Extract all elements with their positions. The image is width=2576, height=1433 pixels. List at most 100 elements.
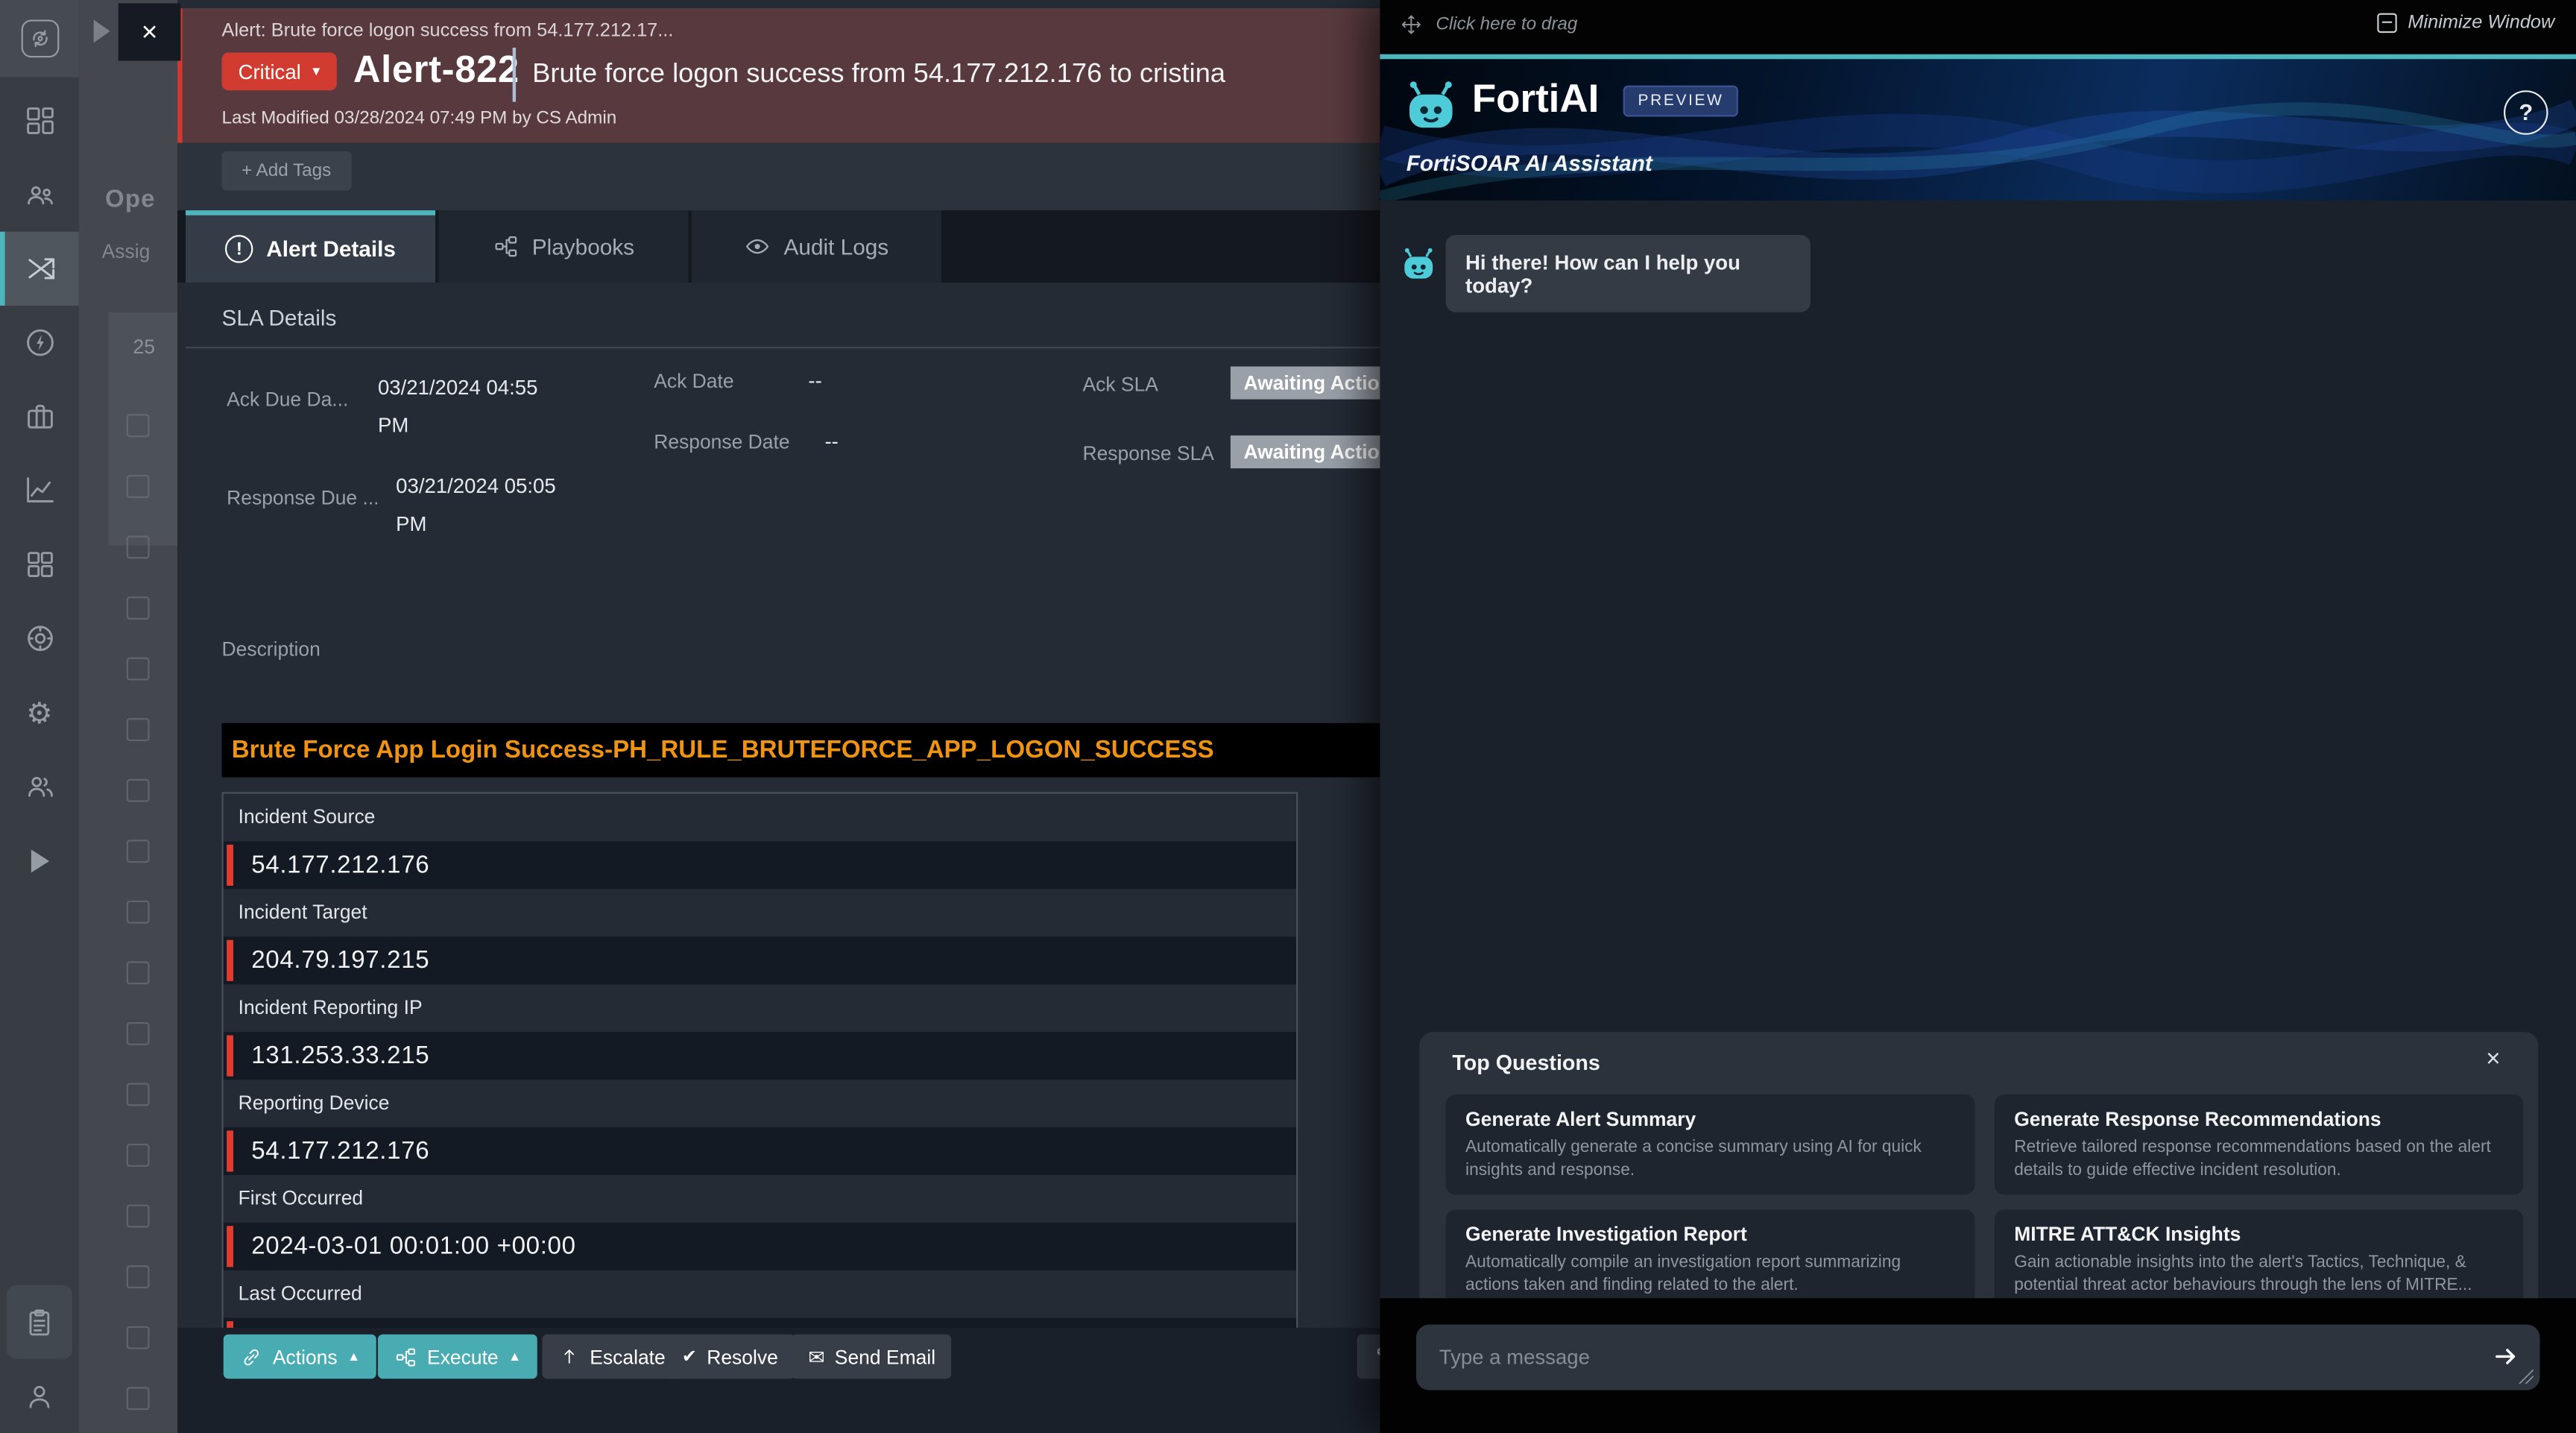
- background-page-strip: Ope Assig 25: [79, 0, 177, 1433]
- composer-box: [1416, 1324, 2540, 1390]
- actions-button[interactable]: Actions ▲: [224, 1335, 377, 1379]
- briefcase-icon: [22, 400, 57, 434]
- row-label: Reporting Device: [224, 1080, 1296, 1127]
- minimize-window-button[interactable]: Minimize Window: [2376, 13, 2554, 33]
- last-modified: Last Modified 03/28/2024 07:49 PM by CS …: [222, 108, 617, 127]
- sidebar-item-dashboard[interactable]: [0, 84, 79, 157]
- card-generate-response-recommendations[interactable]: Generate Response Recommendations Retrie…: [1995, 1095, 2524, 1194]
- drag-handle[interactable]: Click here to drag: [1400, 13, 1578, 37]
- row-value[interactable]: 54.177.212.176: [224, 1127, 1296, 1175]
- question-cards: Generate Alert Summary Automatically gen…: [1446, 1095, 2524, 1310]
- tags-row: + Add Tags: [177, 143, 1382, 210]
- sidebar-item-automation[interactable]: [0, 306, 79, 379]
- button-label: Escalate: [590, 1345, 665, 1368]
- eye-icon: [745, 233, 771, 259]
- sidebar-item-users[interactable]: [0, 749, 79, 823]
- sidebar-item-logo[interactable]: [0, 0, 79, 78]
- team-icon: [22, 177, 57, 212]
- link-icon: [240, 1345, 263, 1368]
- card-generate-investigation-report[interactable]: Generate Investigation Report Automatica…: [1446, 1209, 1975, 1309]
- severity-bar: [227, 940, 233, 981]
- sidebar-item-user[interactable]: [0, 1359, 79, 1433]
- severity-bar: [227, 1130, 233, 1171]
- collapse-arrow-icon[interactable]: [94, 19, 110, 42]
- row-label: Incident Source: [224, 794, 1296, 842]
- fortiai-subtitle: FortiSOAR AI Assistant: [1407, 151, 1652, 175]
- response-sla-badge: Awaiting Action: [1231, 435, 1382, 468]
- edit-button[interactable]: ✎: [1357, 1335, 1382, 1379]
- resize-handle[interactable]: [2519, 1369, 2534, 1384]
- fortiai-header: FortiAI PREVIEW FortiSOAR AI Assistant ?: [1380, 58, 2576, 200]
- ack-sla-badge: Awaiting Action: [1231, 367, 1382, 400]
- section-divider: [186, 347, 1382, 348]
- shuffle-icon: [25, 251, 59, 286]
- playbook-icon: [394, 1345, 417, 1368]
- add-tags-button[interactable]: + Add Tags: [222, 151, 351, 191]
- escalate-button[interactable]: Escalate: [542, 1335, 681, 1379]
- sidebar-item-team[interactable]: [0, 158, 79, 232]
- button-label: Resolve: [707, 1345, 778, 1368]
- card-generate-alert-summary[interactable]: Generate Alert Summary Automatically gen…: [1446, 1095, 1975, 1194]
- send-button[interactable]: [2493, 1343, 2520, 1370]
- tab-alert-details[interactable]: ! Alert Details: [186, 210, 435, 283]
- playbooks-icon: [493, 233, 519, 259]
- sidebar-item-target[interactable]: [0, 602, 79, 675]
- row-value[interactable]: 54.177.212.176: [224, 841, 1296, 889]
- target-icon: [22, 621, 57, 655]
- tab-audit-logs[interactable]: Audit Logs: [692, 210, 941, 283]
- execute-button[interactable]: Execute ▲: [378, 1335, 537, 1379]
- severity-dropdown[interactable]: Critical ▾: [222, 53, 337, 91]
- chevron-down-icon: ▾: [312, 63, 320, 81]
- row-value[interactable]: 2024-03-01 00:01:00 +00:00: [224, 1223, 1296, 1270]
- button-label: Send Email: [835, 1345, 935, 1368]
- message-input[interactable]: [1416, 1324, 2490, 1390]
- button-label: Actions: [273, 1345, 338, 1368]
- top-questions-title: Top Questions: [1452, 1050, 1600, 1074]
- alert-title: Brute force logon success from 54.177.21…: [532, 59, 1225, 90]
- response-due-label: Response Due ...: [227, 486, 379, 509]
- close-modal-button[interactable]: ×: [119, 3, 181, 60]
- resolve-button[interactable]: ✔ Resolve: [666, 1335, 795, 1379]
- left-sidebar: ⚙: [0, 0, 79, 1433]
- send-email-button[interactable]: ✉ Send Email: [792, 1335, 952, 1379]
- card-title: MITRE ATT&CK Insights: [2014, 1223, 2504, 1246]
- row-value[interactable]: 204.79.197.215: [224, 936, 1296, 984]
- top-questions-panel: Top Questions × Generate Alert Summary A…: [1419, 1032, 2538, 1314]
- gear-icon: ⚙: [26, 698, 53, 728]
- caret-up-icon: ▲: [508, 1349, 521, 1364]
- help-button[interactable]: ?: [2504, 89, 2548, 134]
- users-icon: [22, 769, 57, 804]
- escalate-arrow-icon: [558, 1346, 580, 1367]
- sidebar-item-clipboard[interactable]: [7, 1285, 72, 1359]
- background-row-checkboxes[interactable]: [127, 414, 150, 1410]
- alert-details-icon: !: [225, 235, 253, 262]
- sidebar-item-widgets[interactable]: [0, 528, 79, 602]
- row-label: Incident Target: [224, 889, 1296, 936]
- card-title: Generate Alert Summary: [1465, 1108, 1955, 1131]
- play-icon: [31, 848, 48, 872]
- ack-due-label: Ack Due Da...: [227, 388, 348, 411]
- severity-bar: [227, 1036, 233, 1077]
- sidebar-item-chart[interactable]: [0, 453, 79, 527]
- minimize-icon: [2376, 13, 2396, 33]
- alert-id: Alert-822: [353, 48, 520, 92]
- preview-badge: PREVIEW: [1623, 85, 1739, 116]
- sidebar-item-briefcase[interactable]: [0, 379, 79, 453]
- panel-titlebar[interactable]: Click here to drag Minimize Window: [1380, 0, 2576, 54]
- row-label: Last Occurred: [224, 1270, 1296, 1318]
- top-questions-close-button[interactable]: ×: [2476, 1044, 2510, 1075]
- background-page-heading: Ope: [105, 186, 156, 213]
- sidebar-item-settings[interactable]: ⚙: [0, 675, 79, 749]
- sidebar-item-shuffle-active[interactable]: [0, 232, 79, 306]
- tab-label: Alert Details: [266, 236, 396, 261]
- tab-label: Playbooks: [532, 234, 634, 259]
- background-page-size: 25: [133, 336, 155, 359]
- severity-label: Critical: [239, 60, 301, 83]
- incident-table: Incident Source 54.177.212.176 Incident …: [222, 792, 1298, 1367]
- tab-playbooks[interactable]: Playbooks: [438, 210, 688, 283]
- row-value[interactable]: 131.253.33.215: [224, 1032, 1296, 1080]
- ack-sla-label: Ack SLA: [1082, 373, 1158, 396]
- card-description: Retrieve tailored response recommendatio…: [2014, 1137, 2504, 1185]
- sidebar-item-play[interactable]: [0, 823, 79, 897]
- card-mitre-attck-insights[interactable]: MITRE ATT&CK Insights Gain actionable in…: [1995, 1209, 2524, 1309]
